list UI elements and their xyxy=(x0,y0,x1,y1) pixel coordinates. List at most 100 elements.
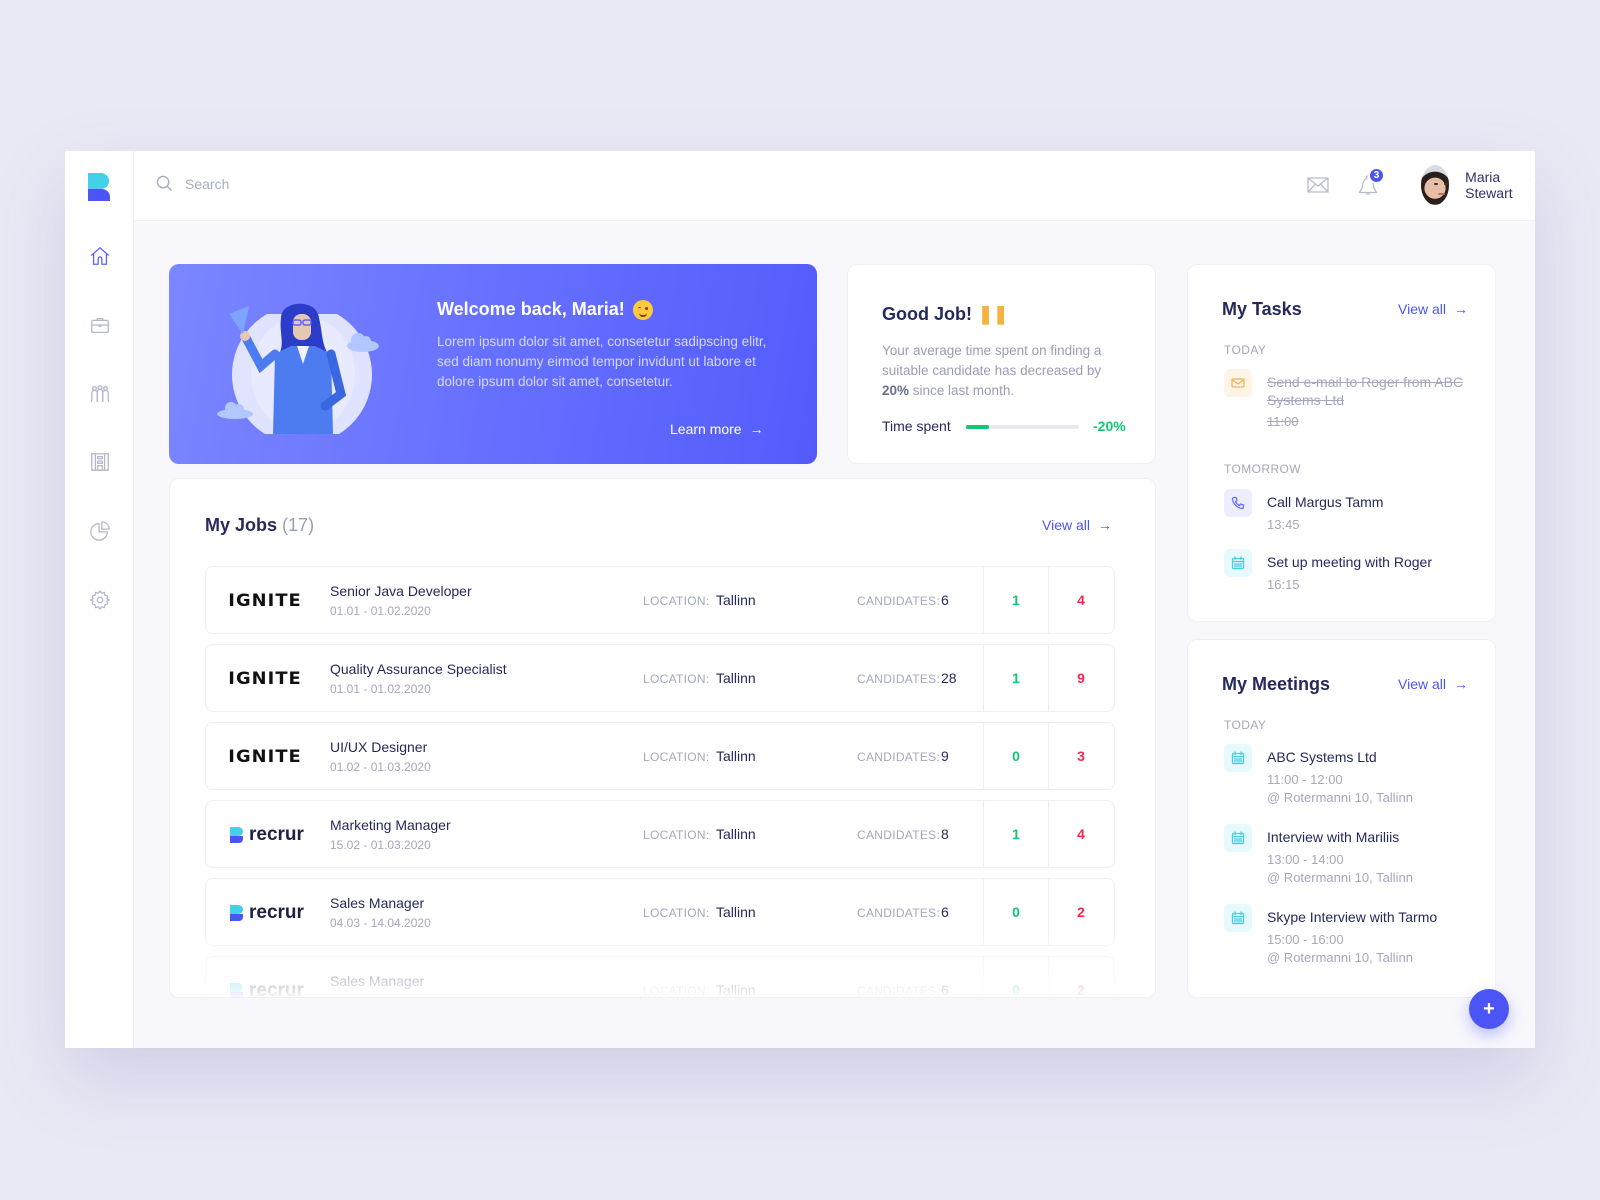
sidebar-item-home[interactable] xyxy=(65,236,134,276)
job-dates: 01.01 - 01.02.2020 xyxy=(330,604,431,618)
job-location: Tallinn xyxy=(716,592,756,608)
job-candidates-count: 6 xyxy=(941,592,949,608)
welcome-title: Welcome back, Maria! xyxy=(437,299,653,320)
job-accepted-count[interactable]: 0 xyxy=(983,879,1048,945)
messages-button[interactable] xyxy=(1306,173,1330,197)
recrur-logo-icon xyxy=(230,983,243,997)
meeting-icon-badge xyxy=(1224,824,1252,852)
job-row[interactable]: recrur Sales Manager 04.03 - 14.04.2020 … xyxy=(205,878,1115,946)
job-title: Quality Assurance Specialist xyxy=(330,661,507,677)
job-row[interactable]: IGNITE Quality Assurance Specialist 01.0… xyxy=(205,644,1115,712)
arrow-right-icon: → xyxy=(1454,676,1468,692)
sidebar-item-reports[interactable] xyxy=(65,511,134,551)
company-logo-recrur: recrur xyxy=(230,824,304,846)
my-tasks-card: My Tasks View all → TODAY Send e-mail to… xyxy=(1187,264,1496,622)
job-rejected-count[interactable]: 9 xyxy=(1048,645,1113,711)
meeting-location: @ Rotermanni 10, Tallinn xyxy=(1267,790,1413,805)
job-accepted-count[interactable]: 0 xyxy=(983,723,1048,789)
time-spent-progress xyxy=(966,425,1079,429)
job-accepted-count[interactable]: 0 xyxy=(983,957,1048,997)
user-name: Maria Stewart xyxy=(1465,169,1513,201)
job-row[interactable]: IGNITE Senior Java Developer 01.01 - 01.… xyxy=(205,566,1115,634)
candidates-label: CANDIDATES: xyxy=(857,672,941,686)
job-title: Sales Manager xyxy=(330,973,425,989)
my-meetings-card: My Meetings View all → TODAY ABC Systems… xyxy=(1187,639,1496,998)
job-row[interactable]: recrur Marketing Manager 15.02 - 01.03.2… xyxy=(205,800,1115,868)
good-job-title: Good Job! ❚❚ xyxy=(882,304,1008,325)
job-dates: 01.01 - 01.02.2020 xyxy=(330,682,431,696)
welcome-illustration xyxy=(217,303,379,434)
task-icon-badge xyxy=(1224,489,1252,517)
search-input[interactable] xyxy=(185,175,585,192)
location-label: LOCATION: xyxy=(643,594,710,608)
user-menu[interactable]: Maria Stewart xyxy=(1421,165,1535,205)
arrow-right-icon: → xyxy=(1098,517,1112,533)
job-accepted-count[interactable]: 1 xyxy=(983,645,1048,711)
task-title: Set up meeting with Roger xyxy=(1267,554,1432,570)
mail-icon xyxy=(1307,177,1329,193)
job-dates: 04.03 - 14.04.2020 xyxy=(330,916,431,930)
job-candidates-count: 8 xyxy=(941,826,949,842)
location-label: LOCATION: xyxy=(643,672,710,686)
briefcase-icon xyxy=(90,317,109,333)
job-rejected-count[interactable]: 4 xyxy=(1048,801,1113,867)
company-logo: recrur xyxy=(230,823,310,847)
sidebar-item-candidates[interactable] xyxy=(65,374,134,414)
my-meetings-title: My Meetings xyxy=(1222,674,1331,694)
job-rejected-count[interactable]: 2 xyxy=(1048,957,1113,997)
task-title: Call Margus Tamm xyxy=(1267,494,1384,510)
pie-chart-icon xyxy=(89,521,110,541)
learn-more-link[interactable]: Learn more → xyxy=(670,421,764,437)
task-icon-badge xyxy=(1224,369,1252,397)
recrur-logo-icon xyxy=(230,827,243,843)
add-button[interactable]: + xyxy=(1469,989,1509,1029)
good-job-percent: 20% xyxy=(882,383,910,398)
tasks-group-tomorrow: TOMORROW xyxy=(1224,462,1301,476)
location-label: LOCATION: xyxy=(643,750,710,764)
phone-icon xyxy=(1231,496,1245,510)
jobs-view-all-link[interactable]: View all → xyxy=(1042,517,1112,533)
meeting-time: 11:00 - 12:00 xyxy=(1267,772,1343,787)
gear-icon xyxy=(89,590,110,610)
sidebar-item-companies[interactable] xyxy=(65,442,134,482)
sidebar-item-settings[interactable] xyxy=(65,580,134,620)
meeting-time: 15:00 - 16:00 xyxy=(1267,932,1344,947)
job-row[interactable]: recrur Sales Manager LOCATION: Tallinn C… xyxy=(205,956,1115,998)
app-logo[interactable] xyxy=(88,173,110,201)
calendar-icon xyxy=(1231,911,1245,925)
company-logo-ignite: IGNITE xyxy=(228,591,302,611)
time-spent-value: -20% xyxy=(1093,418,1126,434)
arrow-right-icon: → xyxy=(1454,301,1468,317)
job-candidates-count: 6 xyxy=(941,982,949,998)
recrur-logo-icon xyxy=(230,905,243,921)
job-location: Tallinn xyxy=(716,748,756,764)
job-location: Tallinn xyxy=(716,982,756,998)
job-rejected-count[interactable]: 4 xyxy=(1048,567,1113,633)
meetings-view-all-link[interactable]: View all → xyxy=(1398,676,1468,692)
job-dates: 15.02 - 01.03.2020 xyxy=(330,838,431,852)
job-location: Tallinn xyxy=(716,904,756,920)
company-name: recrur xyxy=(249,824,304,845)
meeting-icon-badge xyxy=(1224,744,1252,772)
job-rejected-count[interactable]: 3 xyxy=(1048,723,1113,789)
my-jobs-count: (17) xyxy=(282,515,315,535)
my-jobs-title-text: My Jobs xyxy=(205,515,278,535)
job-location: Tallinn xyxy=(716,670,756,686)
sidebar-item-jobs[interactable] xyxy=(65,305,134,345)
job-accepted-count[interactable]: 1 xyxy=(983,801,1048,867)
notifications-button[interactable]: 3 xyxy=(1356,167,1385,197)
job-accepted-count[interactable]: 1 xyxy=(983,567,1048,633)
candidates-label: CANDIDATES: xyxy=(857,828,941,842)
job-candidates-count: 6 xyxy=(941,904,949,920)
search-bar[interactable] xyxy=(156,175,585,192)
meeting-time: 13:00 - 14:00 xyxy=(1267,852,1344,867)
calendar-icon xyxy=(1231,751,1245,765)
good-job-text-pre: Your average time spent on finding a sui… xyxy=(882,343,1102,378)
clapping-hands-icon: ❚❚ xyxy=(977,304,1009,324)
job-location: Tallinn xyxy=(716,826,756,842)
time-spent-progress-fill xyxy=(966,425,989,429)
job-row[interactable]: IGNITE UI/UX Designer 01.02 - 01.03.2020… xyxy=(205,722,1115,790)
job-rejected-count[interactable]: 2 xyxy=(1048,879,1113,945)
company-logo: IGNITE xyxy=(228,589,310,613)
tasks-view-all-link[interactable]: View all → xyxy=(1398,301,1468,317)
